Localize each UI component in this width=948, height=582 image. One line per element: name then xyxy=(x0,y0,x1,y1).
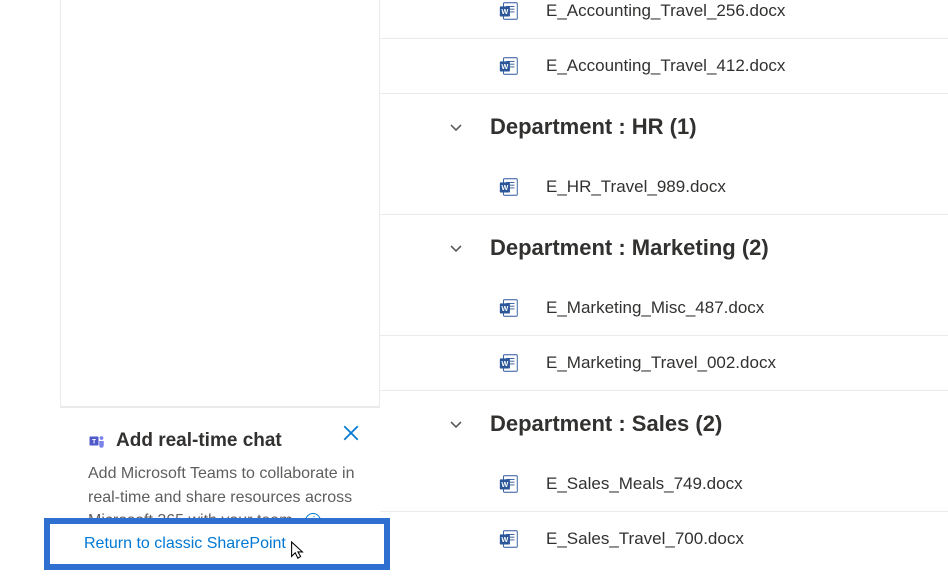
word-icon: W xyxy=(498,176,520,198)
file-name: E_Accounting_Travel_256.docx xyxy=(546,1,785,21)
word-icon: W xyxy=(498,0,520,22)
file-row[interactable]: W E_Accounting_Travel_412.docx xyxy=(380,39,948,94)
file-row[interactable]: W E_Marketing_Travel_002.docx xyxy=(380,336,948,391)
close-icon[interactable] xyxy=(340,424,362,446)
word-icon: W xyxy=(498,352,520,374)
word-icon: W xyxy=(498,528,520,550)
file-name: E_Accounting_Travel_412.docx xyxy=(546,56,785,76)
svg-text:W: W xyxy=(501,304,508,313)
cursor-icon xyxy=(288,540,306,568)
word-icon: W xyxy=(498,473,520,495)
sidebar-empty-area xyxy=(60,0,380,407)
svg-text:W: W xyxy=(501,480,508,489)
group-label: Department : Sales (2) xyxy=(490,411,722,437)
promo-title: Add real-time chat xyxy=(116,430,282,452)
group-header[interactable]: Department : HR (1) xyxy=(380,94,948,160)
return-classic-link[interactable]: Return to classic SharePoint xyxy=(84,535,286,553)
document-list: W E_Accounting_Travel_256.docx W E_Accounti… xyxy=(380,0,948,582)
file-name: E_Sales_Meals_749.docx xyxy=(546,474,743,494)
svg-text:W: W xyxy=(501,183,508,192)
chevron-down-icon[interactable] xyxy=(446,117,466,137)
file-name: E_Sales_Travel_700.docx xyxy=(546,529,744,549)
file-row[interactable]: W E_Sales_Travel_700.docx xyxy=(380,512,948,566)
classic-sharepoint-highlight: Return to classic SharePoint xyxy=(44,518,390,570)
group-header[interactable]: Department : Sales (2) xyxy=(380,391,948,457)
file-row[interactable]: W E_HR_Travel_989.docx xyxy=(380,160,948,215)
file-name: E_Marketing_Travel_002.docx xyxy=(546,353,776,373)
svg-text:W: W xyxy=(501,7,508,16)
group-header[interactable]: Department : Marketing (2) xyxy=(380,215,948,281)
teams-icon: T xyxy=(88,432,106,450)
file-row[interactable]: W E_Marketing_Misc_487.docx xyxy=(380,281,948,336)
word-icon: W xyxy=(498,297,520,319)
chevron-down-icon[interactable] xyxy=(446,238,466,258)
file-name: E_Marketing_Misc_487.docx xyxy=(546,298,764,318)
svg-text:W: W xyxy=(501,62,508,71)
chevron-down-icon[interactable] xyxy=(446,414,466,434)
file-row[interactable]: W E_Accounting_Travel_256.docx xyxy=(380,0,948,39)
file-name: E_HR_Travel_989.docx xyxy=(546,177,726,197)
group-label: Department : HR (1) xyxy=(490,114,697,140)
file-row[interactable]: W E_Sales_Meals_749.docx xyxy=(380,457,948,512)
svg-text:W: W xyxy=(501,535,508,544)
group-label: Department : Marketing (2) xyxy=(490,235,769,261)
svg-text:W: W xyxy=(501,359,508,368)
word-icon: W xyxy=(498,55,520,77)
